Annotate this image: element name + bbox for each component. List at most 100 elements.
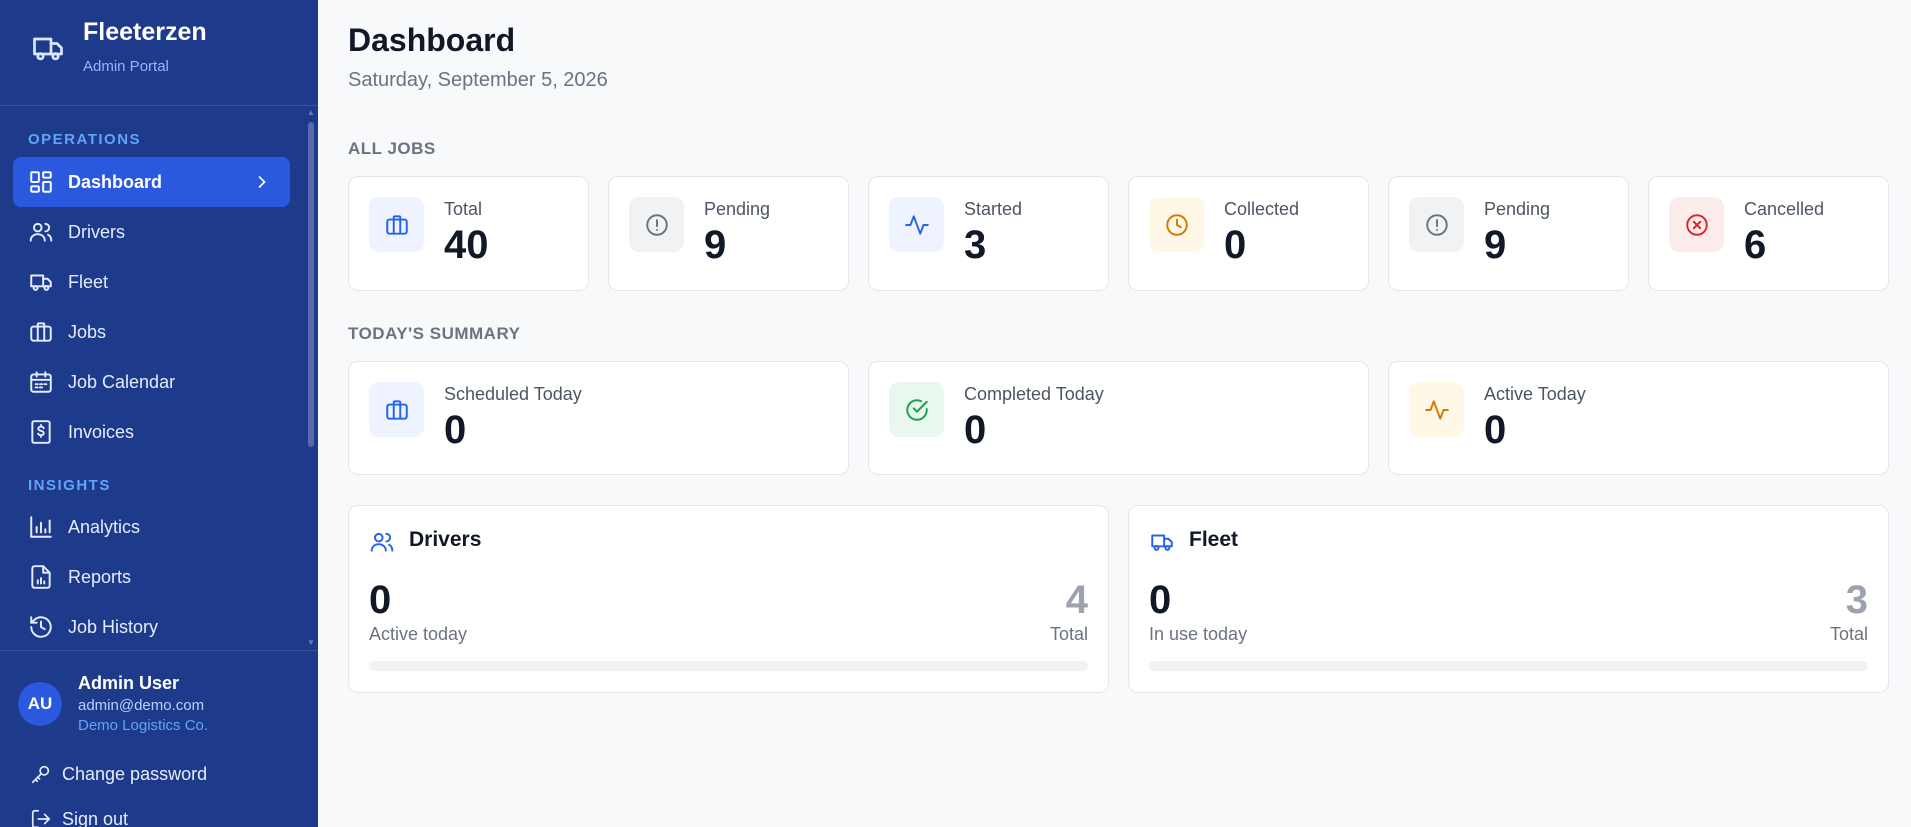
stat-label: Cancelled <box>1744 199 1825 219</box>
truck-icon <box>28 269 54 295</box>
stat-card-cancelled[interactable]: Cancelled 6 <box>1648 176 1889 291</box>
stat-label: Scheduled Today <box>444 384 582 404</box>
section-label-operations: OPERATIONS <box>28 131 142 148</box>
sidebar-item-label: Reports <box>68 566 132 587</box>
stat-label: Started <box>964 199 1023 219</box>
stat-badge <box>369 382 424 437</box>
key-icon <box>30 763 52 785</box>
calendar-icon <box>28 369 54 395</box>
fleet-title: Fleet <box>1189 528 1239 551</box>
stat-badge <box>1149 197 1204 252</box>
sidebar-item-reports[interactable]: Reports <box>13 552 290 602</box>
change-password-label: Change password <box>62 763 208 784</box>
stat-card-started[interactable]: Started 3 <box>868 176 1109 291</box>
sidebar-item-label: Fleet <box>68 271 109 292</box>
all-jobs-title: ALL JOBS <box>348 139 436 158</box>
stat-card-collected[interactable]: Collected 0 <box>1128 176 1369 291</box>
briefcase-icon <box>384 212 410 238</box>
sidebar-scrollbar[interactable]: ▲ ▼ <box>307 107 315 649</box>
stat-badge <box>369 197 424 252</box>
file-chart-icon <box>28 564 54 590</box>
bar-chart-icon <box>28 514 54 540</box>
fleet-card[interactable]: Fleet 0 In use today 3 Total <box>1128 505 1889 693</box>
today-summary-title: TODAY'S SUMMARY <box>348 324 521 343</box>
stat-value: 9 <box>1484 223 1507 267</box>
sidebar-item-label: Job Calendar <box>68 371 176 392</box>
clock-icon <box>1164 212 1190 238</box>
brand-name: Fleeterzen <box>83 18 207 46</box>
stat-card-pending-2[interactable]: Pending 9 <box>1388 176 1629 291</box>
sidebar-item-label: Invoices <box>68 421 135 442</box>
activity-icon <box>904 212 930 238</box>
activity-icon <box>1424 397 1450 423</box>
stat-label: Pending <box>1484 199 1551 219</box>
stat-card-total[interactable]: Total 40 <box>348 176 589 291</box>
stat-value: 0 <box>964 408 987 452</box>
log-out-icon <box>30 808 52 827</box>
stat-badge <box>1409 382 1464 437</box>
users-icon <box>28 219 54 245</box>
avatar[interactable]: AU <box>18 682 62 726</box>
stat-card-scheduled-today[interactable]: Scheduled Today 0 <box>348 361 849 475</box>
sidebar-item-label: Analytics <box>68 516 141 537</box>
stat-value: 0 <box>1484 408 1507 452</box>
stat-badge <box>1409 197 1464 252</box>
drivers-total-value: 4 <box>1065 578 1088 622</box>
user-panel: AU Admin User admin@demo.com Demo Logist… <box>0 650 318 827</box>
receipt-icon <box>28 419 54 445</box>
truck-icon <box>28 30 68 66</box>
drivers-card[interactable]: Drivers 0 Active today 4 Total <box>348 505 1109 693</box>
sidebar-item-dashboard[interactable]: Dashboard <box>13 157 290 207</box>
stat-badge <box>629 197 684 252</box>
stat-value: 40 <box>444 223 489 267</box>
sidebar-item-label: Jobs <box>68 321 107 342</box>
stat-value: 6 <box>1744 223 1767 267</box>
stat-badge <box>889 382 944 437</box>
sidebar-item-invoices[interactable]: Invoices <box>13 407 290 457</box>
sidebar-item-jobs[interactable]: Jobs <box>13 307 290 357</box>
change-password-link[interactable]: Change password <box>30 763 207 785</box>
stat-card-active-today[interactable]: Active Today 0 <box>1388 361 1889 475</box>
scroll-down-icon[interactable]: ▼ <box>307 639 315 647</box>
drivers-title: Drivers <box>409 528 482 551</box>
sidebar-item-analytics[interactable]: Analytics <box>13 502 290 552</box>
page-date: Saturday, September 5, 2026 <box>348 69 608 91</box>
fleet-total-value: 3 <box>1845 578 1868 622</box>
stat-card-completed-today[interactable]: Completed Today 0 <box>868 361 1369 475</box>
page-title: Dashboard <box>348 22 516 58</box>
scroll-up-icon[interactable]: ▲ <box>307 109 315 117</box>
alert-circle-icon <box>644 212 670 238</box>
sidebar-item-job-calendar[interactable]: Job Calendar <box>13 357 290 407</box>
user-email: admin@demo.com <box>78 697 205 714</box>
brand-subtitle: Admin Portal <box>83 58 169 75</box>
fleet-in-use-value: 0 <box>1149 578 1172 622</box>
stat-label: Active Today <box>1484 384 1586 404</box>
sidebar-item-label: Drivers <box>68 221 125 242</box>
section-label-insights: INSIGHTS <box>28 477 111 494</box>
check-circle-icon <box>904 397 930 423</box>
stat-badge <box>889 197 944 252</box>
fleet-total-label: Total <box>1829 624 1868 644</box>
main-content: Dashboard Saturday, September 5, 2026 AL… <box>318 0 1911 827</box>
sidebar: Fleeterzen Admin Portal OPERATIONS Dashb… <box>0 0 318 827</box>
scroll-thumb[interactable] <box>308 122 314 447</box>
drivers-progress-bar <box>369 661 1088 671</box>
grid-icon <box>28 169 54 195</box>
drivers-active-value: 0 <box>369 578 392 622</box>
sidebar-item-label: Dashboard <box>68 171 163 192</box>
sign-out-label: Sign out <box>62 808 129 827</box>
chevron-right-icon <box>252 172 272 192</box>
sidebar-item-label: Job History <box>68 616 159 637</box>
history-icon <box>28 614 54 640</box>
sidebar-item-job-history[interactable]: Job History <box>13 602 290 649</box>
stat-label: Total <box>444 199 483 219</box>
drivers-total-label: Total <box>1049 624 1088 644</box>
sign-out-link[interactable]: Sign out <box>30 808 128 827</box>
briefcase-icon <box>384 397 410 423</box>
stat-badge <box>1669 197 1724 252</box>
sidebar-item-drivers[interactable]: Drivers <box>13 207 290 257</box>
stat-value: 0 <box>444 408 467 452</box>
stat-label: Collected <box>1224 199 1300 219</box>
sidebar-item-fleet[interactable]: Fleet <box>13 257 290 307</box>
stat-card-pending[interactable]: Pending 9 <box>608 176 849 291</box>
